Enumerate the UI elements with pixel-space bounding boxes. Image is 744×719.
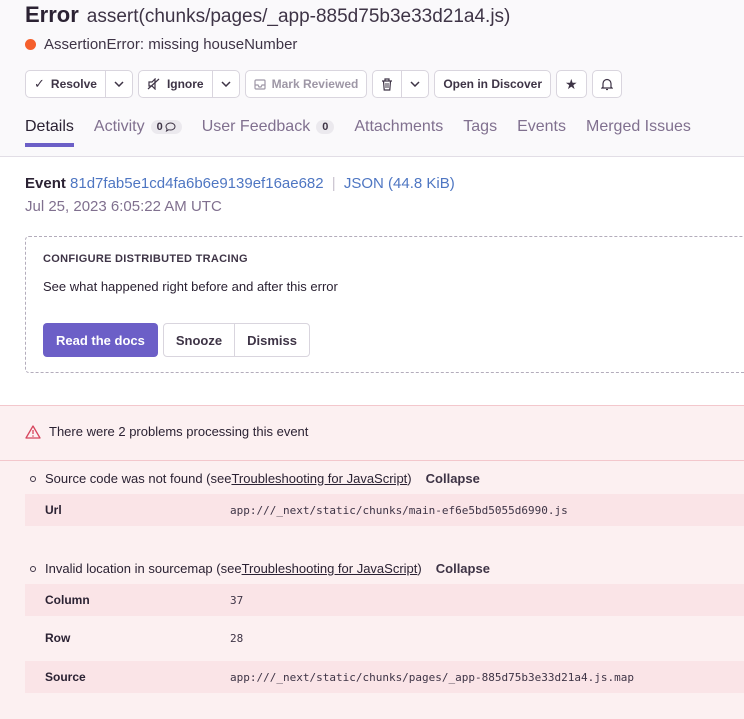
chevron-down-icon	[410, 81, 420, 87]
error-message: AssertionError: missing houseNumber	[44, 36, 298, 53]
issue-title: Error assert(chunks/pages/_app-885d75b3e3…	[25, 2, 510, 28]
ignore-dropdown-button[interactable]	[211, 71, 239, 97]
processing-errors-title: There were 2 problems processing this ev…	[49, 424, 309, 439]
detail-value: app:///_next/static/chunks/main-ef6e5bd5…	[230, 503, 568, 517]
error-message-row: AssertionError: missing houseNumber	[25, 36, 297, 53]
tracing-title: CONFIGURE DISTRIBUTED TRACING	[43, 253, 248, 265]
event-label: Event	[25, 175, 66, 192]
snooze-dismiss-group: Snooze Dismiss	[162, 323, 310, 357]
problem-detail-row: Row 28	[25, 622, 744, 654]
collapse-button[interactable]: Collapse	[426, 471, 480, 486]
event-date: Jul 25, 2023 6:05:22 AM UTC	[25, 198, 222, 215]
open-in-discover-label: Open in Discover	[443, 77, 543, 91]
tab-activity[interactable]: Activity 0	[94, 118, 182, 146]
problem-text: Invalid location in sourcemap (see	[45, 561, 242, 576]
tab-attachments[interactable]: Attachments	[354, 118, 443, 146]
delete-button-group	[372, 70, 430, 98]
badge-count: 0	[156, 121, 163, 133]
read-docs-button[interactable]: Read the docs	[43, 323, 158, 357]
troubleshooting-link[interactable]: Troubleshooting for JavaScript	[231, 471, 407, 486]
warning-icon	[25, 424, 41, 439]
detail-value: app:///_next/static/chunks/pages/_app-88…	[230, 670, 634, 684]
bell-icon	[600, 78, 613, 91]
processing-errors-panel: There were 2 problems processing this ev…	[0, 405, 744, 719]
tab-events[interactable]: Events	[517, 118, 566, 146]
mute-icon	[147, 78, 161, 90]
troubleshooting-link[interactable]: Troubleshooting for JavaScript	[242, 561, 418, 576]
problem-item: Invalid location in sourcemap (see Troub…	[30, 561, 490, 576]
resolve-button-group: ✓ Resolve	[25, 70, 133, 98]
action-toolbar: ✓ Resolve Ignore Mark Reviewed Open in D…	[25, 70, 622, 98]
tab-label: Activity	[93, 118, 145, 135]
tab-label: Details	[25, 118, 74, 135]
delete-button[interactable]	[373, 71, 401, 97]
delete-dropdown-button[interactable]	[401, 71, 428, 97]
json-link[interactable]: JSON (44.8 KiB)	[344, 175, 455, 192]
detail-key: Row	[45, 631, 71, 645]
tracing-banner: CONFIGURE DISTRIBUTED TRACING See what h…	[25, 236, 744, 373]
tab-details[interactable]: Details	[25, 118, 74, 147]
open-in-discover-button[interactable]: Open in Discover	[434, 70, 552, 98]
tab-label: Tags	[463, 118, 498, 135]
separator: |	[331, 175, 336, 192]
chevron-down-icon	[114, 81, 124, 87]
tab-label: Events	[517, 118, 566, 135]
tracing-actions: Read the docs Snooze Dismiss	[43, 323, 310, 357]
tab-tags[interactable]: Tags	[463, 118, 497, 146]
problem-text-suffix: )	[417, 561, 422, 576]
dismiss-button[interactable]: Dismiss	[234, 324, 309, 356]
resolve-button[interactable]: ✓ Resolve	[26, 71, 105, 97]
inbox-icon	[254, 78, 266, 90]
ignore-button-group: Ignore	[137, 70, 240, 98]
bullet-icon	[30, 565, 36, 572]
detail-key: Source	[45, 670, 86, 684]
ignore-label: Ignore	[166, 77, 204, 91]
tab-label: Attachments	[354, 118, 444, 135]
user-feedback-count-badge: 0	[316, 120, 335, 134]
problem-text: Source code was not found (see	[45, 471, 232, 486]
tab-user-feedback[interactable]: User Feedback 0	[202, 118, 335, 146]
tracing-description: See what happened right before and after…	[43, 279, 338, 294]
detail-key: Column	[45, 593, 90, 607]
status-dot-icon	[25, 39, 36, 50]
chat-icon	[165, 122, 176, 132]
ignore-button[interactable]: Ignore	[139, 71, 212, 97]
detail-key: Url	[45, 503, 62, 517]
issue-tabs: Details Activity 0 User Feedback 0 Attac…	[25, 118, 691, 147]
issue-header: Error assert(chunks/pages/_app-885d75b3e3…	[0, 0, 744, 157]
snooze-button[interactable]: Snooze	[164, 324, 234, 356]
star-icon: ★	[565, 75, 578, 92]
issue-location: assert(chunks/pages/_app-885d75b3e33d21a…	[86, 6, 511, 27]
tab-label: User Feedback	[201, 118, 311, 135]
event-info: Event 81d7fab5e1cd4fa6b6e9139ef16ae682 |…	[25, 175, 455, 192]
activity-count-badge: 0	[150, 120, 182, 134]
processing-errors-header[interactable]: There were 2 problems processing this ev…	[25, 424, 308, 439]
resolve-dropdown-button[interactable]	[104, 71, 132, 97]
subscribe-button[interactable]	[591, 70, 622, 98]
collapse-button[interactable]: Collapse	[436, 561, 490, 576]
problem-item: Source code was not found (see Troublesh…	[30, 471, 480, 486]
resolve-label: Resolve	[50, 77, 97, 91]
divider	[0, 460, 744, 461]
detail-value: 28	[230, 631, 244, 645]
problem-detail-row: Url app:///_next/static/chunks/main-ef6e…	[25, 494, 744, 526]
bullet-icon	[30, 475, 36, 482]
trash-icon	[381, 77, 393, 91]
detail-value: 37	[230, 593, 244, 607]
chevron-down-icon	[221, 81, 231, 87]
checkmark-icon: ✓	[34, 76, 45, 91]
event-id-link[interactable]: 81d7fab5e1cd4fa6b6e9139ef16ae682	[70, 175, 324, 192]
tab-merged-issues[interactable]: Merged Issues	[586, 118, 691, 146]
bookmark-button[interactable]: ★	[556, 70, 587, 98]
tab-label: Merged Issues	[585, 118, 691, 135]
problem-detail-row: Source app:///_next/static/chunks/pages/…	[25, 661, 744, 693]
mark-reviewed-label: Mark Reviewed	[271, 77, 359, 91]
problem-detail-row: Column 37	[25, 584, 744, 616]
mark-reviewed-button[interactable]: Mark Reviewed	[244, 70, 368, 98]
issue-type: Error	[25, 2, 79, 27]
problem-text-suffix: )	[407, 471, 412, 486]
